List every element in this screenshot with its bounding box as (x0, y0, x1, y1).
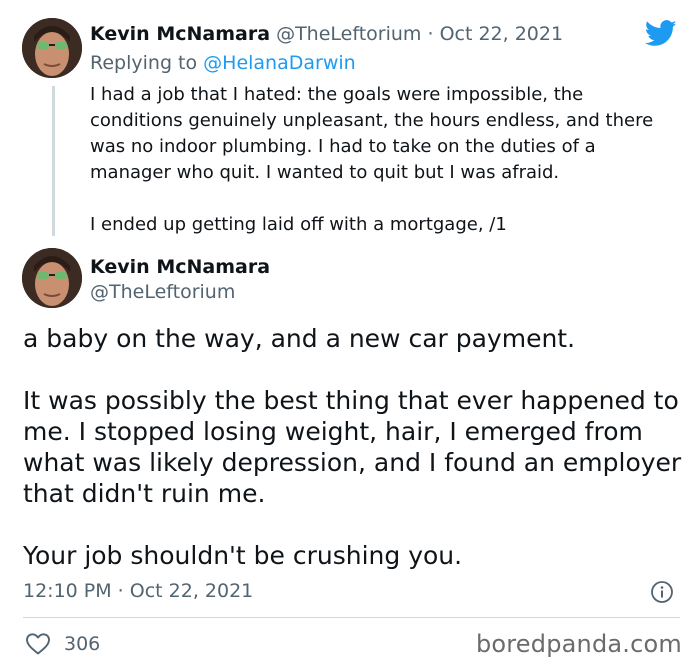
avatar-image (22, 248, 82, 308)
divider (23, 617, 680, 618)
avatar[interactable] (22, 18, 82, 78)
parent-author-line: Kevin McNamara @TheLeftorium · Oct 22, 2… (90, 22, 563, 46)
replying-to-line: Replying to @HelanaDarwin (90, 51, 356, 75)
tweet-timestamp[interactable]: 12:10 PM · Oct 22, 2021 (23, 579, 253, 603)
tweet-screenshot: Kevin McNamara @TheLeftorium · Oct 22, 2… (0, 0, 700, 671)
thread-connector (52, 86, 55, 236)
parent-tweet-date[interactable]: · Oct 22, 2021 (427, 23, 563, 45)
heart-icon[interactable] (25, 632, 51, 656)
parent-tweet-text: I had a job that I hated: the goals were… (90, 84, 654, 235)
parent-author-handle[interactable]: @TheLeftorium (276, 23, 421, 45)
parent-author-name[interactable]: Kevin McNamara (90, 23, 270, 45)
replying-to-handle[interactable]: @HelanaDarwin (203, 52, 356, 74)
avatar-image (22, 18, 82, 78)
watermark: boredpanda.com (475, 630, 682, 658)
replying-to-prefix: Replying to (90, 52, 204, 74)
main-author-handle[interactable]: @TheLeftorium (90, 280, 235, 304)
main-author-name[interactable]: Kevin McNamara (90, 255, 270, 279)
avatar[interactable] (22, 248, 82, 308)
twitter-bird-icon (645, 20, 677, 47)
like-count[interactable]: 306 (64, 632, 100, 656)
main-tweet-text: a baby on the way, and a new car payment… (23, 324, 682, 570)
info-icon[interactable] (650, 580, 674, 604)
